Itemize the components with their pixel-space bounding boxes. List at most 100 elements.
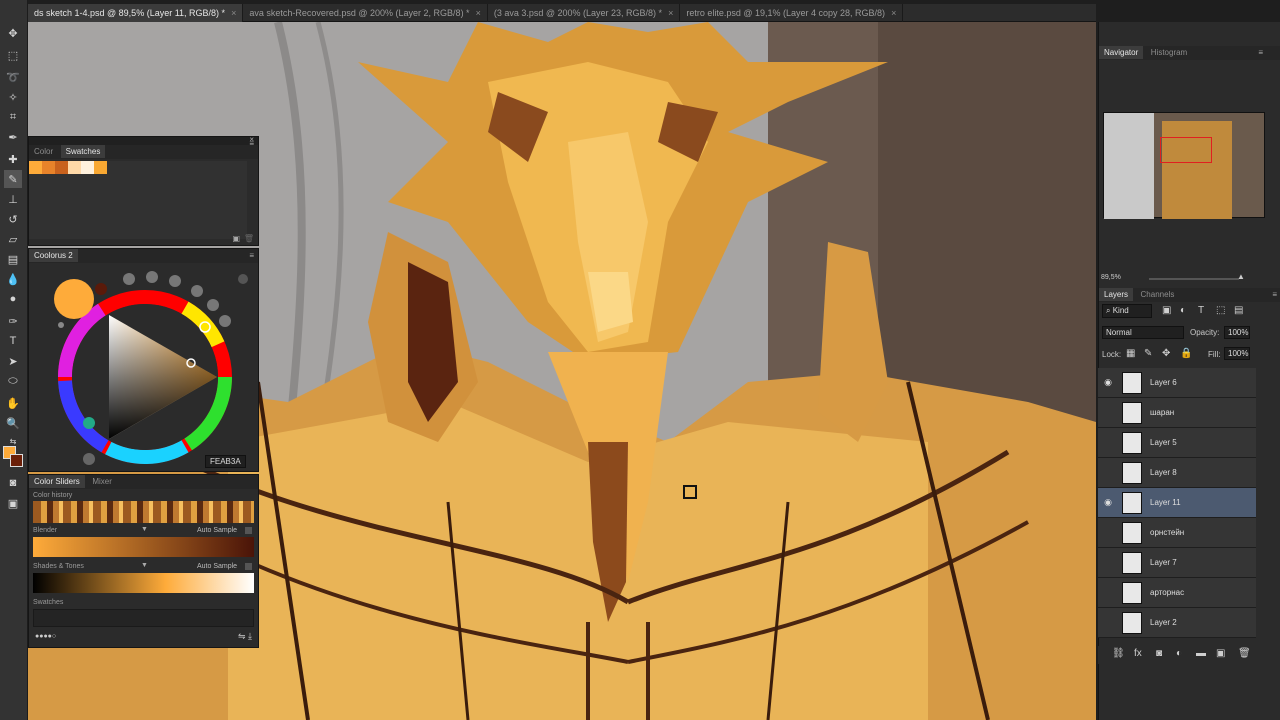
tab-histogram[interactable]: Histogram [1146, 46, 1192, 59]
screen-mode-icon[interactable]: ▣ [4, 494, 22, 512]
color-history-strip[interactable] [33, 501, 254, 523]
layer-row[interactable]: шаран [1098, 398, 1256, 428]
clone-stamp-icon[interactable]: ⊥ [4, 190, 22, 208]
document-tab[interactable]: retro elite.psd @ 19,1% (Layer 4 copy 28… [680, 3, 904, 22]
auto-sample-checkbox[interactable] [245, 527, 252, 534]
tab-color-sliders[interactable]: Color Sliders [29, 475, 85, 488]
eraser-tool-icon[interactable]: ▱ [4, 230, 22, 248]
quick-select-tool-icon[interactable]: ✧ [4, 88, 22, 106]
close-icon[interactable]: × [891, 8, 896, 18]
layer-filter-kind[interactable]: ⌕ Kind [1102, 304, 1152, 318]
layer-style-icon[interactable]: fx [1134, 648, 1142, 659]
close-icon[interactable]: × [668, 8, 673, 18]
filter-pixel-icon[interactable]: ▣ [1162, 305, 1171, 316]
zoom-value[interactable]: 89,5% [1101, 274, 1121, 281]
swatch[interactable] [81, 161, 94, 174]
healing-brush-icon[interactable]: ✚ [4, 150, 22, 168]
layer-row[interactable]: ◉ Layer 11 [1098, 488, 1256, 518]
layer-row[interactable]: Layer 5 [1098, 428, 1256, 458]
color-wheel[interactable] [29, 263, 260, 473]
brush-tool-icon[interactable]: ✎ [4, 170, 22, 188]
visibility-eye-icon[interactable]: ◉ [1098, 497, 1118, 508]
document-tab[interactable]: ava sketch-Recovered.psd @ 200% (Layer 2… [243, 3, 488, 22]
color-swatches[interactable] [3, 446, 23, 472]
shades-strip[interactable] [33, 573, 254, 593]
filter-smart-icon[interactable]: ▤ [1234, 305, 1243, 316]
filter-shape-icon[interactable]: ⬚ [1216, 305, 1225, 316]
filter-type-icon[interactable]: T [1198, 305, 1204, 316]
blender-strip[interactable] [33, 537, 254, 557]
auto-sample-checkbox[interactable] [245, 563, 252, 570]
load-save-icon[interactable]: ⇋ ⤓ [238, 631, 252, 642]
history-brush-icon[interactable]: ↺ [4, 210, 22, 228]
type-tool-icon[interactable]: T [4, 332, 22, 350]
layer-mask-icon[interactable]: ◙ [1156, 648, 1162, 659]
panel-menu-icon[interactable]: ≡ [1272, 290, 1277, 299]
filter-adjust-icon[interactable]: ◐ [1180, 305, 1186, 316]
dropdown-arrow-icon[interactable]: ▼ [141, 562, 148, 569]
layer-row[interactable]: ◉ Layer 6 [1098, 368, 1256, 398]
hand-tool-icon[interactable]: ✋ [4, 394, 22, 412]
panel-menu-icon[interactable]: ≡ [249, 251, 254, 260]
zoom-tool-icon[interactable]: 🔍 [4, 414, 22, 432]
path-select-icon[interactable]: ➤ [4, 352, 22, 370]
fill-field[interactable]: 100% [1224, 347, 1250, 360]
lock-all-icon[interactable]: 🔒 [1180, 348, 1192, 359]
tab-channels[interactable]: Channels [1136, 288, 1180, 301]
lock-brush-icon[interactable]: ✎ [1144, 348, 1152, 359]
tab-layers[interactable]: Layers [1099, 288, 1134, 301]
pagination-dots[interactable]: ●●●●○ [35, 633, 56, 640]
shape-tool-icon[interactable]: ⬭ [4, 372, 22, 390]
new-layer-icon[interactable]: ▣ [1216, 648, 1225, 659]
swatch[interactable] [68, 161, 81, 174]
view-box[interactable] [1160, 137, 1212, 163]
blur-tool-icon[interactable]: 💧 [4, 270, 22, 288]
move-tool-icon[interactable]: ✥ [4, 24, 22, 42]
tab-swatches[interactable]: Swatches [60, 145, 106, 158]
blend-mode-select[interactable]: Normal [1102, 326, 1184, 339]
tab-mixer[interactable]: Mixer [87, 475, 117, 488]
panel-menu-icon[interactable]: ≡ [1258, 48, 1263, 57]
layer-row[interactable]: орнстейн [1098, 518, 1256, 548]
zoom-slider[interactable] [1149, 278, 1239, 280]
marquee-tool-icon[interactable]: ⬚ [4, 46, 22, 64]
dodge-tool-icon[interactable]: ● [4, 290, 22, 308]
quick-mask-icon[interactable]: ◙ [4, 474, 22, 492]
swatch[interactable] [94, 161, 107, 174]
new-swatch-icon[interactable]: ▣ [232, 234, 240, 243]
layer-row[interactable]: арторнас [1098, 578, 1256, 608]
pen-tool-icon[interactable]: ✑ [4, 312, 22, 330]
document-tab[interactable]: ds sketch 1-4.psd @ 89,5% (Layer 11, RGB… [28, 3, 244, 22]
trash-icon[interactable]: 🗑 [244, 234, 254, 243]
dropdown-arrow-icon[interactable]: ▼ [141, 526, 148, 533]
lock-move-icon[interactable]: ✥ [1162, 348, 1170, 359]
background-color[interactable] [10, 454, 23, 467]
delete-layer-icon[interactable]: 🗑 [1238, 648, 1251, 659]
opacity-field[interactable]: 100% [1224, 326, 1250, 339]
zoom-in-icon[interactable]: ▲ [1237, 272, 1245, 281]
adjustment-layer-icon[interactable]: ◐ [1176, 648, 1182, 659]
crop-tool-icon[interactable]: ⌗ [4, 108, 22, 126]
mixer-swatches[interactable] [33, 609, 254, 627]
document-tab[interactable]: (3 ava 3.psd @ 200% (Layer 23, RGB/8) * … [488, 3, 681, 22]
swatch[interactable] [42, 161, 55, 174]
new-group-icon[interactable]: ▬ [1196, 648, 1206, 659]
panel-menu-icon[interactable]: ≡ [249, 139, 254, 148]
close-icon[interactable]: × [476, 8, 481, 18]
swatch[interactable] [29, 161, 42, 174]
close-icon[interactable]: × [231, 8, 236, 18]
hex-value[interactable]: FEAB3A [205, 455, 246, 468]
layer-row[interactable]: Layer 7 [1098, 548, 1256, 578]
gradient-tool-icon[interactable]: ▤ [4, 250, 22, 268]
lock-pixels-icon[interactable]: ▦ [1126, 348, 1135, 359]
tab-color[interactable]: Color [29, 145, 58, 158]
eyedropper-tool-icon[interactable]: ✒ [4, 128, 22, 146]
visibility-eye-icon[interactable]: ◉ [1098, 377, 1118, 388]
navigator-thumbnail[interactable] [1103, 112, 1265, 219]
swatch[interactable] [55, 161, 68, 174]
lasso-tool-icon[interactable]: ➰ [4, 68, 22, 86]
layer-row[interactable]: Layer 8 [1098, 458, 1256, 488]
link-layers-icon[interactable]: ⛓ [1112, 648, 1125, 659]
tab-navigator[interactable]: Navigator [1099, 46, 1144, 59]
layer-row[interactable]: Layer 2 [1098, 608, 1256, 638]
